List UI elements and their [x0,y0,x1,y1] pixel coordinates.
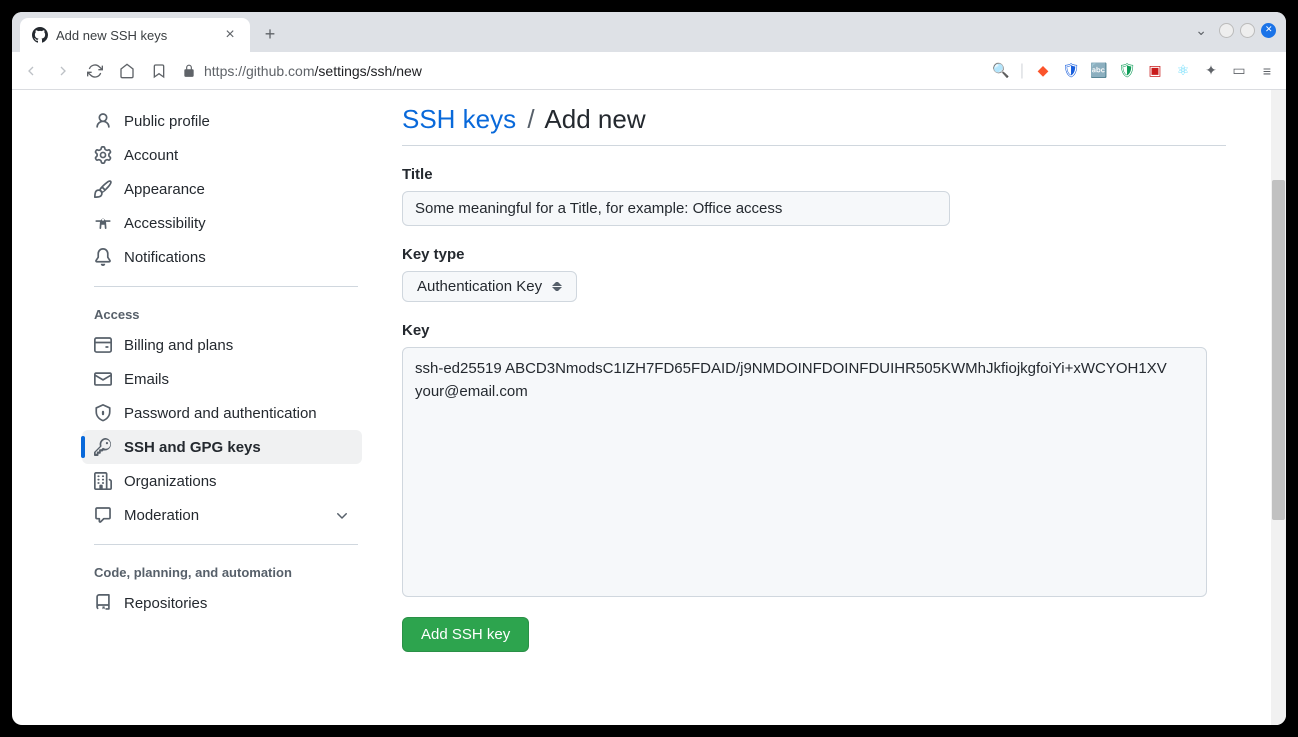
wallet-icon[interactable]: ▭ [1230,62,1248,80]
comment-icon [94,506,112,524]
sidebar-item-ssh-and-gpg-keys[interactable]: SSH and GPG keys [82,430,362,464]
bitwarden-icon[interactable]: 🛡 [1062,62,1080,80]
address-bar[interactable]: https://github.com/settings/ssh/new [182,63,978,79]
accessibility-icon [94,214,112,232]
mail-icon [94,370,112,388]
bookmark-button[interactable] [150,62,168,80]
chevron-down-icon[interactable]: ⌄ [1195,22,1207,39]
person-icon [94,112,112,130]
key-label: Key [402,322,1226,339]
organization-icon [94,472,112,490]
keytype-label: Key type [402,246,1226,263]
tab-title: Add new SSH keys [56,28,167,43]
chevron-down-icon [334,507,350,523]
sidebar-item-label: Notifications [124,249,206,266]
sidebar-item-label: Organizations [124,473,217,490]
keytype-value: Authentication Key [417,278,542,295]
window-minimize[interactable] [1219,23,1234,38]
home-button[interactable] [118,62,136,80]
sidebar-heading-code: Code, planning, and automation [82,557,362,586]
sidebar-item-label: Moderation [124,507,199,524]
credit-card-icon [94,336,112,354]
new-tab-button[interactable]: + [256,20,284,48]
sidebar-item-public-profile[interactable]: Public profile [82,104,362,138]
bell-icon [94,248,112,266]
adblock-icon[interactable]: 🛡 [1118,62,1136,80]
sidebar-item-label: Appearance [124,181,205,198]
video-icon[interactable]: ▣ [1146,62,1164,80]
sidebar-item-label: Account [124,147,178,164]
brave-icon[interactable]: ◆ [1034,62,1052,80]
tab-bar: Add new SSH keys × + ⌄ [12,12,1286,52]
sidebar-item-accessibility[interactable]: Accessibility [82,206,362,240]
settings-sidebar: Public profile Account Appearance Accessibi… [12,90,362,725]
sidebar-item-label: Billing and plans [124,337,233,354]
zoom-icon[interactable]: 🔍 [992,62,1010,80]
window-controls: ⌄ [1195,22,1276,39]
translate-icon[interactable]: 🔤 [1090,62,1108,80]
sidebar-item-moderation[interactable]: Moderation [82,498,362,532]
keytype-select[interactable]: Authentication Key [402,271,577,302]
title-input[interactable] [402,191,950,226]
sidebar-item-account[interactable]: Account [82,138,362,172]
breadcrumb-separator: / [527,104,534,134]
sidebar-item-label: Public profile [124,113,210,130]
key-icon [94,438,112,456]
window-close[interactable] [1261,23,1276,38]
select-caret-icon [552,281,562,293]
sidebar-item-organizations[interactable]: Organizations [82,464,362,498]
sidebar-item-notifications[interactable]: Notifications [82,240,362,274]
github-favicon [32,27,48,43]
react-icon[interactable]: ⚛ [1174,62,1192,80]
sidebar-item-label: Password and authentication [124,405,317,422]
menu-icon[interactable]: ≡ [1258,62,1276,80]
repo-icon [94,594,112,612]
key-textarea[interactable]: ssh-ed25519 ABCD3NmodsC1IZH7FD65FDAID/j9… [402,347,1207,597]
window-maximize[interactable] [1240,23,1255,38]
close-tab-icon[interactable]: × [222,27,238,43]
scrollbar-track[interactable] [1271,90,1286,725]
sidebar-divider [94,286,358,287]
add-ssh-key-button[interactable]: Add SSH key [402,617,529,652]
browser-tab[interactable]: Add new SSH keys × [20,18,250,52]
sidebar-item-password-and-authentication[interactable]: Password and authentication [82,396,362,430]
sidebar-divider [94,544,358,545]
browser-toolbar: https://github.com/settings/ssh/new 🔍 | … [12,52,1286,90]
sidebar-item-label: Emails [124,371,169,388]
sidebar-item-emails[interactable]: Emails [82,362,362,396]
breadcrumb-current: Add new [544,104,645,134]
url-text: https://github.com/settings/ssh/new [204,63,422,79]
lock-icon [182,64,196,78]
sidebar-item-repositories[interactable]: Repositories [82,586,362,620]
sidebar-item-label: Repositories [124,595,207,612]
forward-button[interactable] [54,62,72,80]
back-button[interactable] [22,62,40,80]
shield-lock-icon [94,404,112,422]
title-label: Title [402,166,1226,183]
breadcrumb: SSH keys / Add new [402,104,1226,146]
reload-button[interactable] [86,62,104,80]
scrollbar-thumb[interactable] [1272,180,1285,520]
sidebar-heading-access: Access [82,299,362,328]
sidebar-item-label: Accessibility [124,215,206,232]
gear-icon [94,146,112,164]
sidebar-item-label: SSH and GPG keys [124,439,261,456]
breadcrumb-link[interactable]: SSH keys [402,104,516,134]
sidebar-item-appearance[interactable]: Appearance [82,172,362,206]
sidebar-item-billing-and-plans[interactable]: Billing and plans [82,328,362,362]
main-content: SSH keys / Add new Title Key type Authen… [362,90,1286,725]
extensions-area: 🔍 | ◆ 🛡 🔤 🛡 ▣ ⚛ ✦ ▭ ≡ [992,62,1276,80]
puzzle-icon[interactable]: ✦ [1202,62,1220,80]
paintbrush-icon [94,180,112,198]
